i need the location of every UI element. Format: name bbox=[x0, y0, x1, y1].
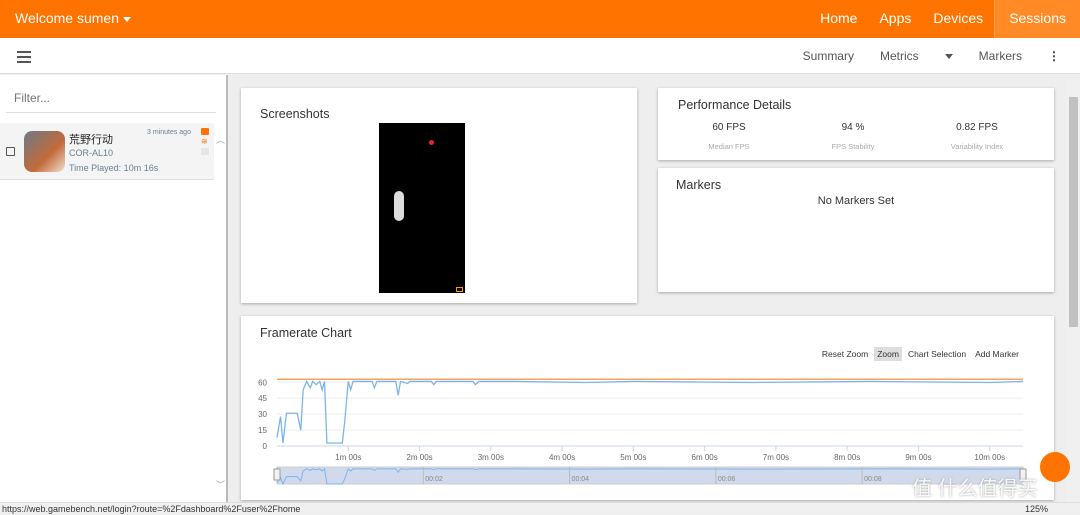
filter-input[interactable] bbox=[6, 83, 216, 113]
zoom-level[interactable]: 125% bbox=[1025, 503, 1048, 515]
nav-sessions[interactable]: Sessions bbox=[994, 0, 1080, 38]
metrics-menu[interactable]: Metrics bbox=[880, 38, 953, 74]
stat-variability: 0.82 FPS Variability Index bbox=[917, 122, 1037, 151]
card-title: Markers bbox=[676, 178, 722, 192]
markers-link[interactable]: Markers bbox=[979, 38, 1022, 74]
y-tick-label: 0 bbox=[263, 442, 268, 451]
y-tick-label: 15 bbox=[258, 426, 267, 435]
x-tick-label: 10m 00s bbox=[974, 453, 1005, 462]
bookmark-icon bbox=[201, 148, 209, 155]
y-tick-label: 30 bbox=[258, 410, 267, 419]
stat-value: 60 FPS bbox=[712, 122, 746, 133]
nav-apps[interactable]: Apps bbox=[868, 0, 922, 38]
navigator-tick-label: 00:08 bbox=[864, 476, 882, 483]
navigator-tick-label: 00:02 bbox=[425, 476, 443, 483]
welcome-label: Welcome sumen bbox=[15, 10, 120, 26]
corner-icon bbox=[456, 287, 463, 292]
top-bar: Welcome sumen Home Apps Devices Sessions bbox=[0, 0, 1080, 38]
status-bar: https://web.gamebench.net/login?route=%2… bbox=[0, 502, 1080, 514]
x-tick-label: 5m 00s bbox=[620, 453, 646, 462]
markers-card: Markers No Markers Set bbox=[658, 168, 1054, 292]
x-tick-label: 4m 00s bbox=[549, 453, 575, 462]
stat-value: 94 % bbox=[841, 122, 865, 133]
stat-value: 0.82 FPS bbox=[956, 122, 998, 133]
screenshot-image[interactable] bbox=[379, 123, 465, 293]
x-tick-label: 7m 00s bbox=[763, 453, 789, 462]
scrollbar-thumb[interactable] bbox=[1069, 97, 1078, 327]
sub-bar: Summary Metrics Markers ⋮ bbox=[0, 38, 1080, 74]
x-tick-label: 2m 00s bbox=[406, 453, 432, 462]
stat-label: Variability Index bbox=[950, 142, 1004, 151]
metrics-label: Metrics bbox=[879, 49, 919, 63]
nav-home[interactable]: Home bbox=[809, 0, 868, 38]
stat-label: FPS Stability bbox=[831, 142, 875, 151]
card-title: Performance Details bbox=[678, 98, 792, 112]
stat-median-fps: 60 FPS Median FPS bbox=[669, 122, 789, 151]
no-markers-text: No Markers Set bbox=[817, 195, 895, 207]
y-tick-label: 45 bbox=[258, 394, 267, 403]
x-tick-label: 1m 00s bbox=[335, 453, 361, 462]
overlay-pill bbox=[394, 191, 404, 221]
caret-down-icon bbox=[944, 54, 953, 60]
page-scrollbar[interactable] bbox=[1066, 80, 1080, 502]
performance-card: Performance Details 60 FPS Median FPS 94 … bbox=[658, 88, 1054, 160]
x-tick-label: 3m 00s bbox=[478, 453, 504, 462]
caret-down-icon bbox=[123, 16, 132, 22]
card-title: Screenshots bbox=[260, 107, 330, 121]
screenshot-icon bbox=[201, 128, 209, 135]
hamburger-menu-icon[interactable] bbox=[17, 51, 31, 66]
top-nav: Home Apps Devices Sessions bbox=[809, 0, 1080, 38]
status-url: https://web.gamebench.net/login?route=%2… bbox=[2, 504, 301, 514]
navigator-handle[interactable] bbox=[273, 468, 281, 481]
user-menu[interactable]: Welcome sumen bbox=[15, 10, 132, 26]
scroll-down-icon[interactable]: ﹀ bbox=[216, 478, 225, 491]
fps-series-line bbox=[276, 379, 1024, 444]
x-tick-label: 6m 00s bbox=[692, 453, 718, 462]
x-tick-label: 9m 00s bbox=[905, 453, 931, 462]
floating-action-button[interactable] bbox=[1040, 452, 1070, 482]
game-icon bbox=[24, 131, 65, 172]
record-dot-icon bbox=[429, 140, 434, 145]
watermark: 值 什么值得买 bbox=[912, 478, 1038, 500]
session-time-ago: 3 minutes ago bbox=[147, 129, 191, 136]
stat-fps-stability: 94 % FPS Stability bbox=[793, 122, 913, 151]
session-checkbox[interactable] bbox=[6, 147, 15, 156]
stat-label: Median FPS bbox=[708, 142, 750, 151]
x-tick-label: 8m 00s bbox=[834, 453, 860, 462]
device-name: COR-AL10 bbox=[69, 148, 114, 158]
session-list-item[interactable]: 荒野行动 COR-AL10 Time Played: 10m 16s 3 min… bbox=[0, 123, 214, 180]
more-vert-icon[interactable]: ⋮ bbox=[1048, 38, 1060, 74]
time-played: Time Played: 10m 16s bbox=[69, 163, 159, 173]
game-name: 荒野行动 bbox=[69, 134, 113, 146]
screenshots-card: Screenshots bbox=[241, 88, 637, 303]
navigator-tick-label: 00:04 bbox=[572, 476, 590, 483]
y-tick-label: 60 bbox=[258, 378, 267, 387]
scroll-up-icon[interactable]: ︿ bbox=[216, 133, 225, 146]
navigator-tick-label: 00:06 bbox=[718, 476, 736, 483]
summary-link[interactable]: Summary bbox=[803, 38, 854, 74]
nav-devices[interactable]: Devices bbox=[922, 0, 994, 38]
wifi-icon: ≋ bbox=[201, 137, 208, 146]
sidebar: 荒野行动 COR-AL10 Time Played: 10m 16s 3 min… bbox=[0, 75, 228, 502]
